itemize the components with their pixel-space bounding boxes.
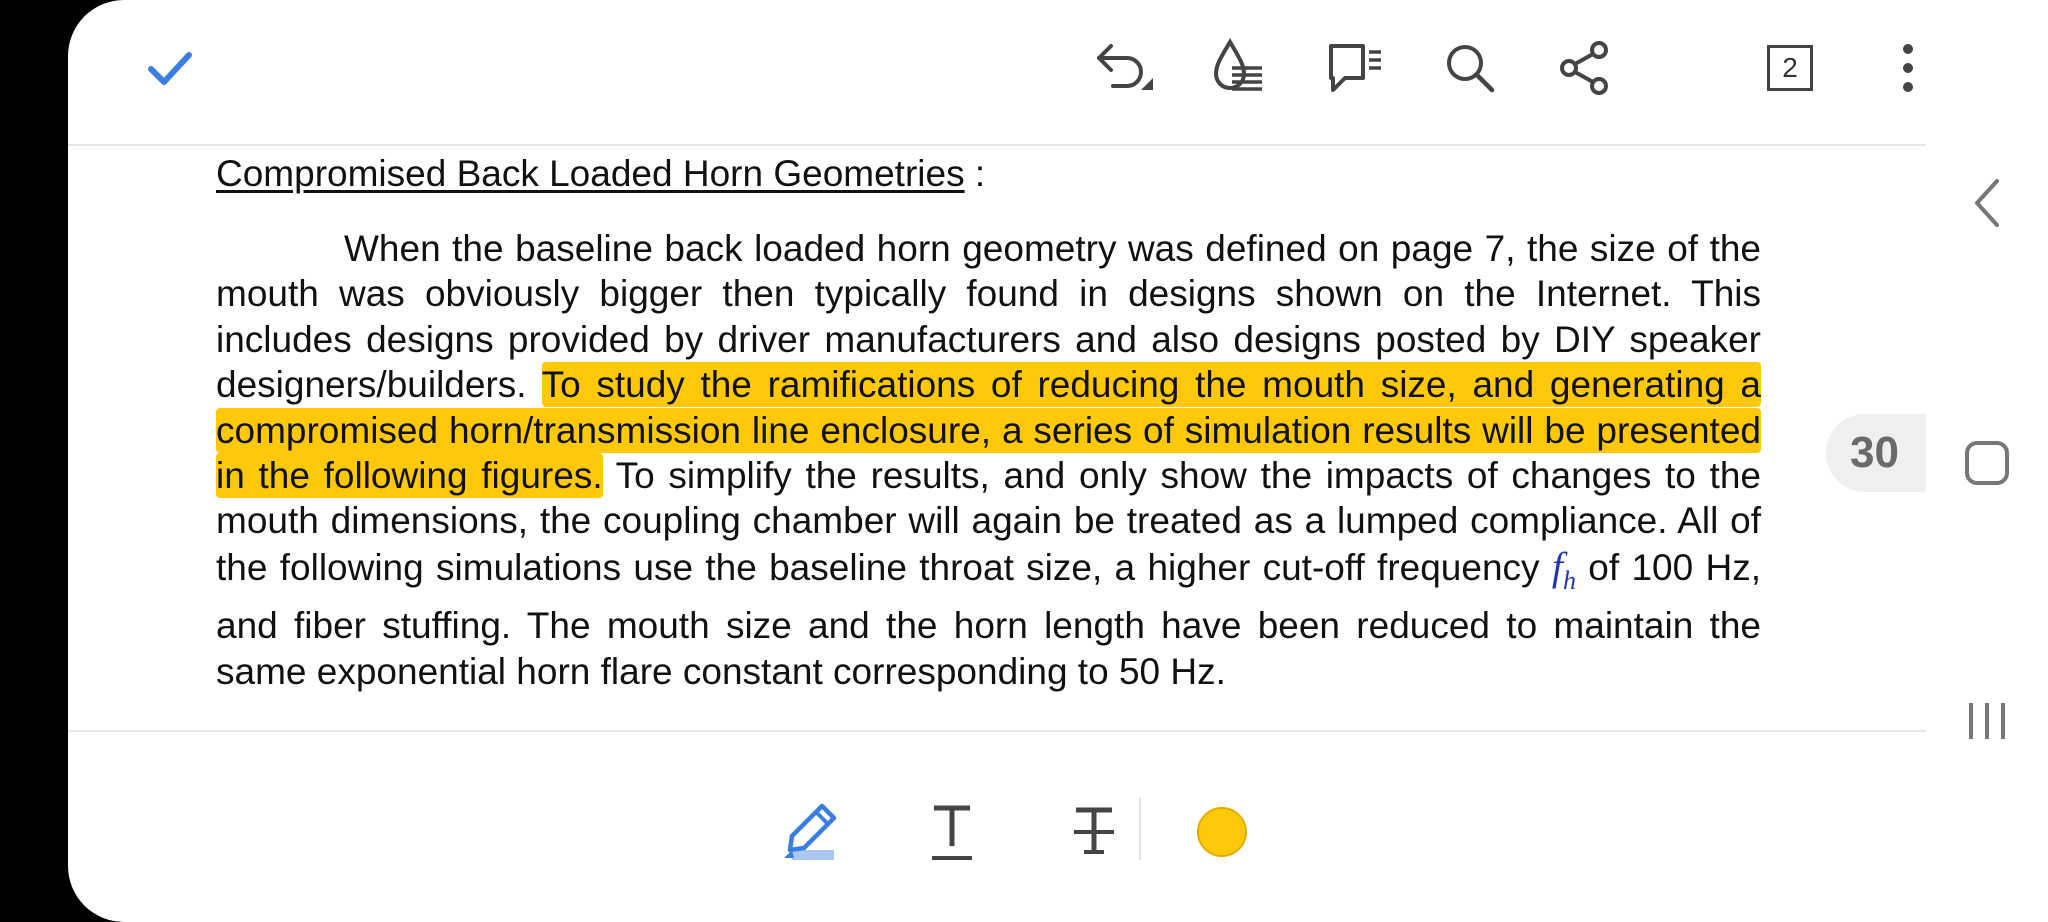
recents-icon [1969,703,2005,739]
strikethrough-button[interactable] [1054,792,1134,872]
highlighter-pen-icon [784,803,837,860]
home-button[interactable] [1952,428,2022,498]
body-paragraph[interactable]: When the baseline back loaded horn geome… [216,226,1761,694]
underline-text-icon [932,805,972,860]
underline-button[interactable] [912,792,992,872]
document-viewport[interactable]: Compromised Back Loaded Horn Geometries … [68,144,1926,730]
comment-list-icon [1329,44,1381,92]
recents-button[interactable] [1952,686,2022,756]
done-button[interactable] [138,36,202,100]
page-count-value: 2 [1767,45,1813,91]
section-heading-suffix: : [964,153,986,194]
share-icon [1560,41,1608,95]
top-toolbar: 2 [68,0,1926,146]
color-picker-icon [1197,807,1247,857]
comments-button[interactable] [1323,36,1387,100]
more-options-button[interactable] [1876,36,1926,100]
ink-button[interactable] [1208,36,1272,100]
undo-button[interactable] [1093,36,1157,100]
back-button[interactable] [1952,168,2022,238]
search-button[interactable] [1438,36,1502,100]
section-heading: Compromised Back Loaded Horn Geometries [216,153,965,194]
page-number-indicator[interactable]: 30 [1826,414,1926,492]
page-count-button[interactable]: 2 [1758,36,1822,100]
search-icon [1447,45,1495,93]
undo-icon [1097,44,1153,90]
system-navigation-bar [1926,0,2048,922]
color-picker-button[interactable] [1182,792,1262,872]
share-button[interactable] [1553,36,1617,100]
checkmark-icon [148,52,192,85]
toolbar-divider [1139,798,1141,860]
home-square-icon [1965,441,2009,485]
ink-drop-icon [1213,38,1262,91]
back-chevron-icon [1975,179,1999,227]
pdf-viewer-app: 2 Compromised Back Loaded Horn Geometrie… [68,0,1926,922]
highlighter-button[interactable] [770,792,850,872]
annotation-toolbar [68,730,1926,922]
strikethrough-text-icon [1074,807,1114,854]
math-symbol-fh: fh [1551,543,1576,595]
more-vertical-icon [1903,44,1913,92]
section-heading-line: Compromised Back Loaded Horn Geometries … [216,144,985,204]
